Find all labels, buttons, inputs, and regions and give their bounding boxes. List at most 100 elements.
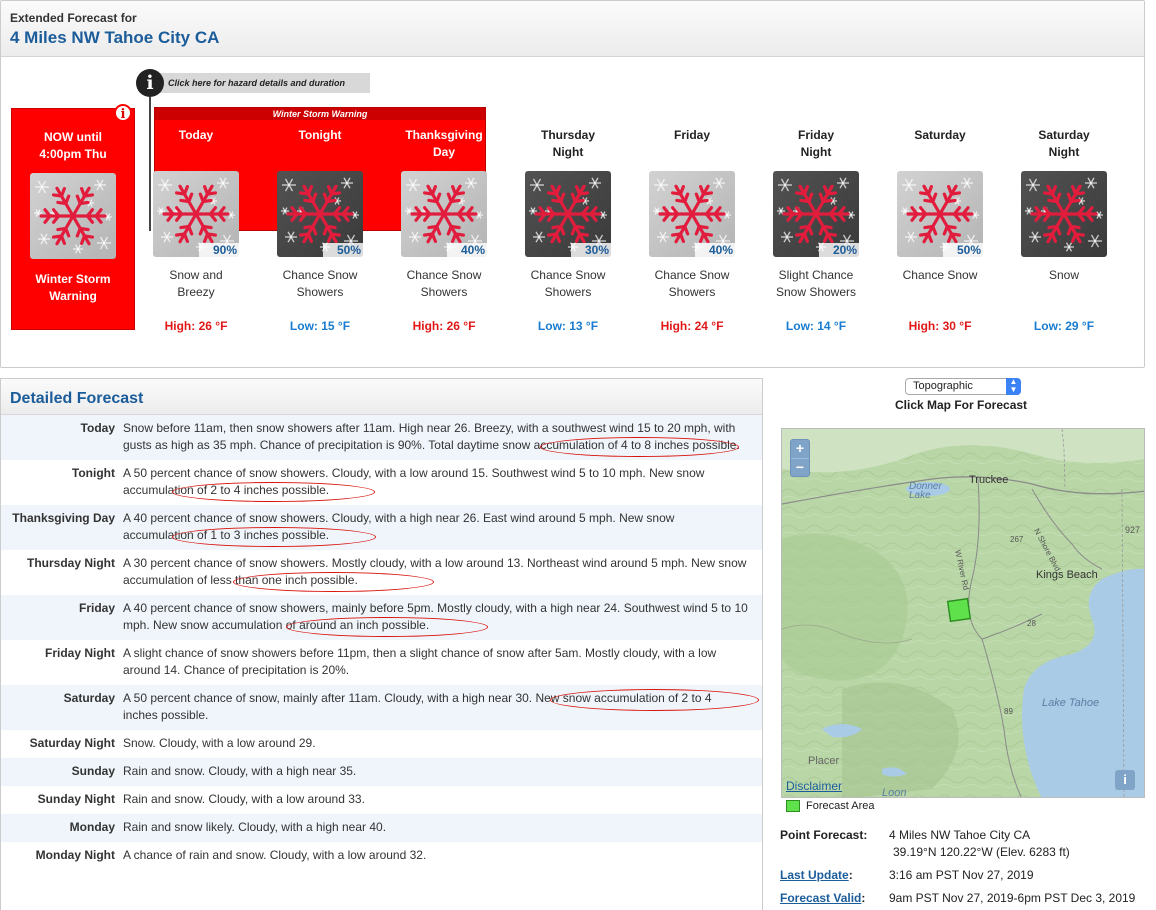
hazard-details-link[interactable]: i Click here for hazard details and dura… (136, 69, 370, 97)
row-forecast-text: A chance of rain and snow. Cloudy, with … (123, 848, 427, 862)
map-type-selected: Topographic (913, 380, 973, 392)
last-update-link[interactable]: Last Update (780, 868, 849, 882)
point-forecast-label: Point Forecast: (780, 828, 868, 842)
forecast-period[interactable]: Tonight 50% Chance Snow Showers Low: 15 °F (258, 127, 382, 333)
map-caption: Click Map For Forecast (895, 398, 1028, 412)
snowflake-icon[interactable]: 50% (277, 171, 363, 257)
hazard-details-link-text[interactable]: Click here for hazard details and durati… (150, 73, 370, 93)
extended-forecast-label: Extended Forecast for (10, 11, 137, 25)
period-name: Saturday Night (1038, 128, 1090, 159)
map-label-placer: Placer (808, 755, 840, 767)
forecast-row: Thursday Night A 30 percent chance of sno… (1, 550, 762, 595)
period-description: Chance Snow Showers (406, 268, 482, 299)
row-forecast-text: A 40 percent chance of snow showers, mai… (123, 601, 748, 632)
period-name: Friday (673, 128, 710, 142)
forecast-period[interactable]: Today 90% Snow and Breezy High: 26 °F (134, 127, 258, 333)
forecast-row: Monday Night A chance of rain and snow. C… (1, 842, 762, 870)
row-period-label: Friday (78, 601, 115, 615)
detailed-forecast-rows: Today Snow before 11am, then snow showers… (1, 415, 762, 870)
forecast-period[interactable]: Saturday 50% Chance Snow High: 30 °F (878, 127, 1002, 333)
period-temperature: High: 26 °F (164, 319, 228, 333)
forecast-area-marker[interactable] (946, 597, 972, 623)
forecast-period[interactable]: Saturday Night Snow Low: 29 °F (1002, 127, 1126, 333)
forecast-row: Today Snow before 11am, then snow showers… (1, 415, 762, 460)
info-icon[interactable]: i (136, 69, 164, 97)
period-temperature: Low: 29 °F (1033, 319, 1095, 333)
forecast-period[interactable]: Thursday Night 30% Chance Snow Showers Low:… (506, 127, 630, 333)
map-label-route-267: 267 (1010, 535, 1024, 544)
period-description: Snow and Breezy (169, 268, 223, 299)
precip-chance: 50% (322, 243, 363, 257)
period-description: Snow (1048, 268, 1080, 282)
period-description: Chance Snow Showers (530, 268, 606, 299)
forecast-row: Friday Night A slight chance of snow show… (1, 640, 762, 685)
map-label-route-927: 927 (1125, 525, 1141, 535)
info-icon[interactable]: i (114, 104, 132, 122)
forecast-period[interactable]: Thanksgiving Day 40% Chance Snow Showers Hi… (382, 127, 506, 333)
row-forecast-text: Snow. Cloudy, with a low around 29. (123, 736, 316, 750)
current-hazard-name[interactable]: Winter Storm Warning (12, 271, 134, 305)
legend-label: Forecast Area (806, 800, 875, 812)
snowflake-icon[interactable] (1021, 171, 1107, 257)
row-period-label: Sunday (71, 764, 115, 778)
row-forecast-text: A 40 percent chance of snow showers. Clo… (123, 511, 675, 542)
last-update-colon: : (848, 868, 853, 882)
forecast-row: Monday Rain and snow likely. Cloudy, with… (1, 814, 762, 842)
period-description: Chance Snow Showers (654, 268, 730, 299)
detailed-forecast-title: Detailed Forecast (10, 390, 144, 407)
period-description: Slight Chance Snow Showers (775, 268, 857, 299)
period-temperature: High: 26 °F (412, 319, 476, 333)
precip-chance: 20% (818, 243, 859, 257)
snowflake-icon[interactable]: 30% (525, 171, 611, 257)
period-temperature: High: 30 °F (908, 319, 972, 333)
zoom-out-button[interactable]: − (791, 458, 809, 476)
extended-forecast-header: Extended Forecast for 4 Miles NW Tahoe C… (1, 1, 1144, 57)
forecast-row: Saturday A 50 percent chance of snow, mai… (1, 685, 762, 730)
forecast-row: Sunday Rain and snow. Cloudy, with a high… (1, 758, 762, 786)
map-info-button[interactable]: i (1115, 770, 1135, 790)
forecast-row: Friday A 40 percent chance of snow shower… (1, 595, 762, 640)
precip-chance: 50% (942, 243, 983, 257)
row-period-label: Thanksgiving Day (12, 511, 115, 525)
map-label-route-89: 89 (1004, 707, 1013, 716)
snowflake-icon (30, 173, 116, 259)
period-name: Tonight (298, 128, 342, 142)
row-period-label: Sunday Night (37, 792, 115, 806)
snowflake-icon[interactable]: 90% (153, 171, 239, 257)
row-forecast-text: A 50 percent chance of snow showers. Clo… (123, 466, 705, 497)
row-forecast-text: A slight chance of snow showers before 1… (123, 646, 717, 677)
period-description: Chance Snow (902, 268, 978, 282)
snowflake-icon[interactable]: 40% (649, 171, 735, 257)
now-until-label: NOW until 4:00pm Thu (39, 130, 107, 161)
row-period-label: Thursday Night (26, 556, 115, 570)
extended-forecast-panel: Extended Forecast for 4 Miles NW Tahoe C… (0, 0, 1145, 368)
period-temperature: High: 24 °F (660, 319, 724, 333)
zoom-in-button[interactable]: + (791, 440, 809, 458)
row-period-label: Saturday (63, 691, 115, 705)
map-type-select[interactable]: Topographic ▲ ▼ (905, 378, 1021, 395)
forecast-period[interactable]: Friday Night 20% Slight Chance Snow Shower… (754, 127, 878, 333)
row-period-label: Friday Night (44, 646, 115, 660)
period-name: Thanksgiving Day (405, 128, 483, 159)
period-temperature: Low: 15 °F (289, 319, 351, 333)
current-hazard-block[interactable]: i NOW until 4:00pm Thu Winter Storm Warn… (11, 104, 135, 330)
forecast-valid-link[interactable]: Forecast Valid (780, 891, 861, 905)
row-forecast-text: Rain and snow likely. Cloudy, with a hig… (123, 820, 387, 834)
period-temperature: Low: 14 °F (785, 319, 847, 333)
map-label-loon: Loon (882, 787, 907, 798)
snowflake-icon[interactable]: 40% (401, 171, 487, 257)
map-disclaimer-link[interactable]: Disclaimer (786, 779, 842, 793)
row-period-label: Monday Night (35, 848, 115, 862)
precip-chance: 30% (570, 243, 611, 257)
period-name: Friday Night (797, 128, 834, 159)
forecast-period[interactable]: Friday 40% Chance Snow Showers High: 24 °F (630, 127, 754, 333)
topographic-map-image[interactable] (782, 429, 1145, 798)
forecast-valid-colon: : (861, 891, 866, 905)
forecast-map[interactable]: Truckee Donner Lake Kings Beach Lake Tah… (781, 428, 1145, 798)
snowflake-icon[interactable]: 50% (897, 171, 983, 257)
forecast-area-swatch (786, 800, 800, 812)
last-update-value: 3:16 am PST Nov 27, 2019 (889, 868, 1034, 882)
row-forecast-text: Rain and snow. Cloudy, with a high near … (123, 764, 357, 778)
snowflake-icon[interactable]: 20% (773, 171, 859, 257)
point-forecast-value: 4 Miles NW Tahoe City CA (889, 828, 1031, 842)
